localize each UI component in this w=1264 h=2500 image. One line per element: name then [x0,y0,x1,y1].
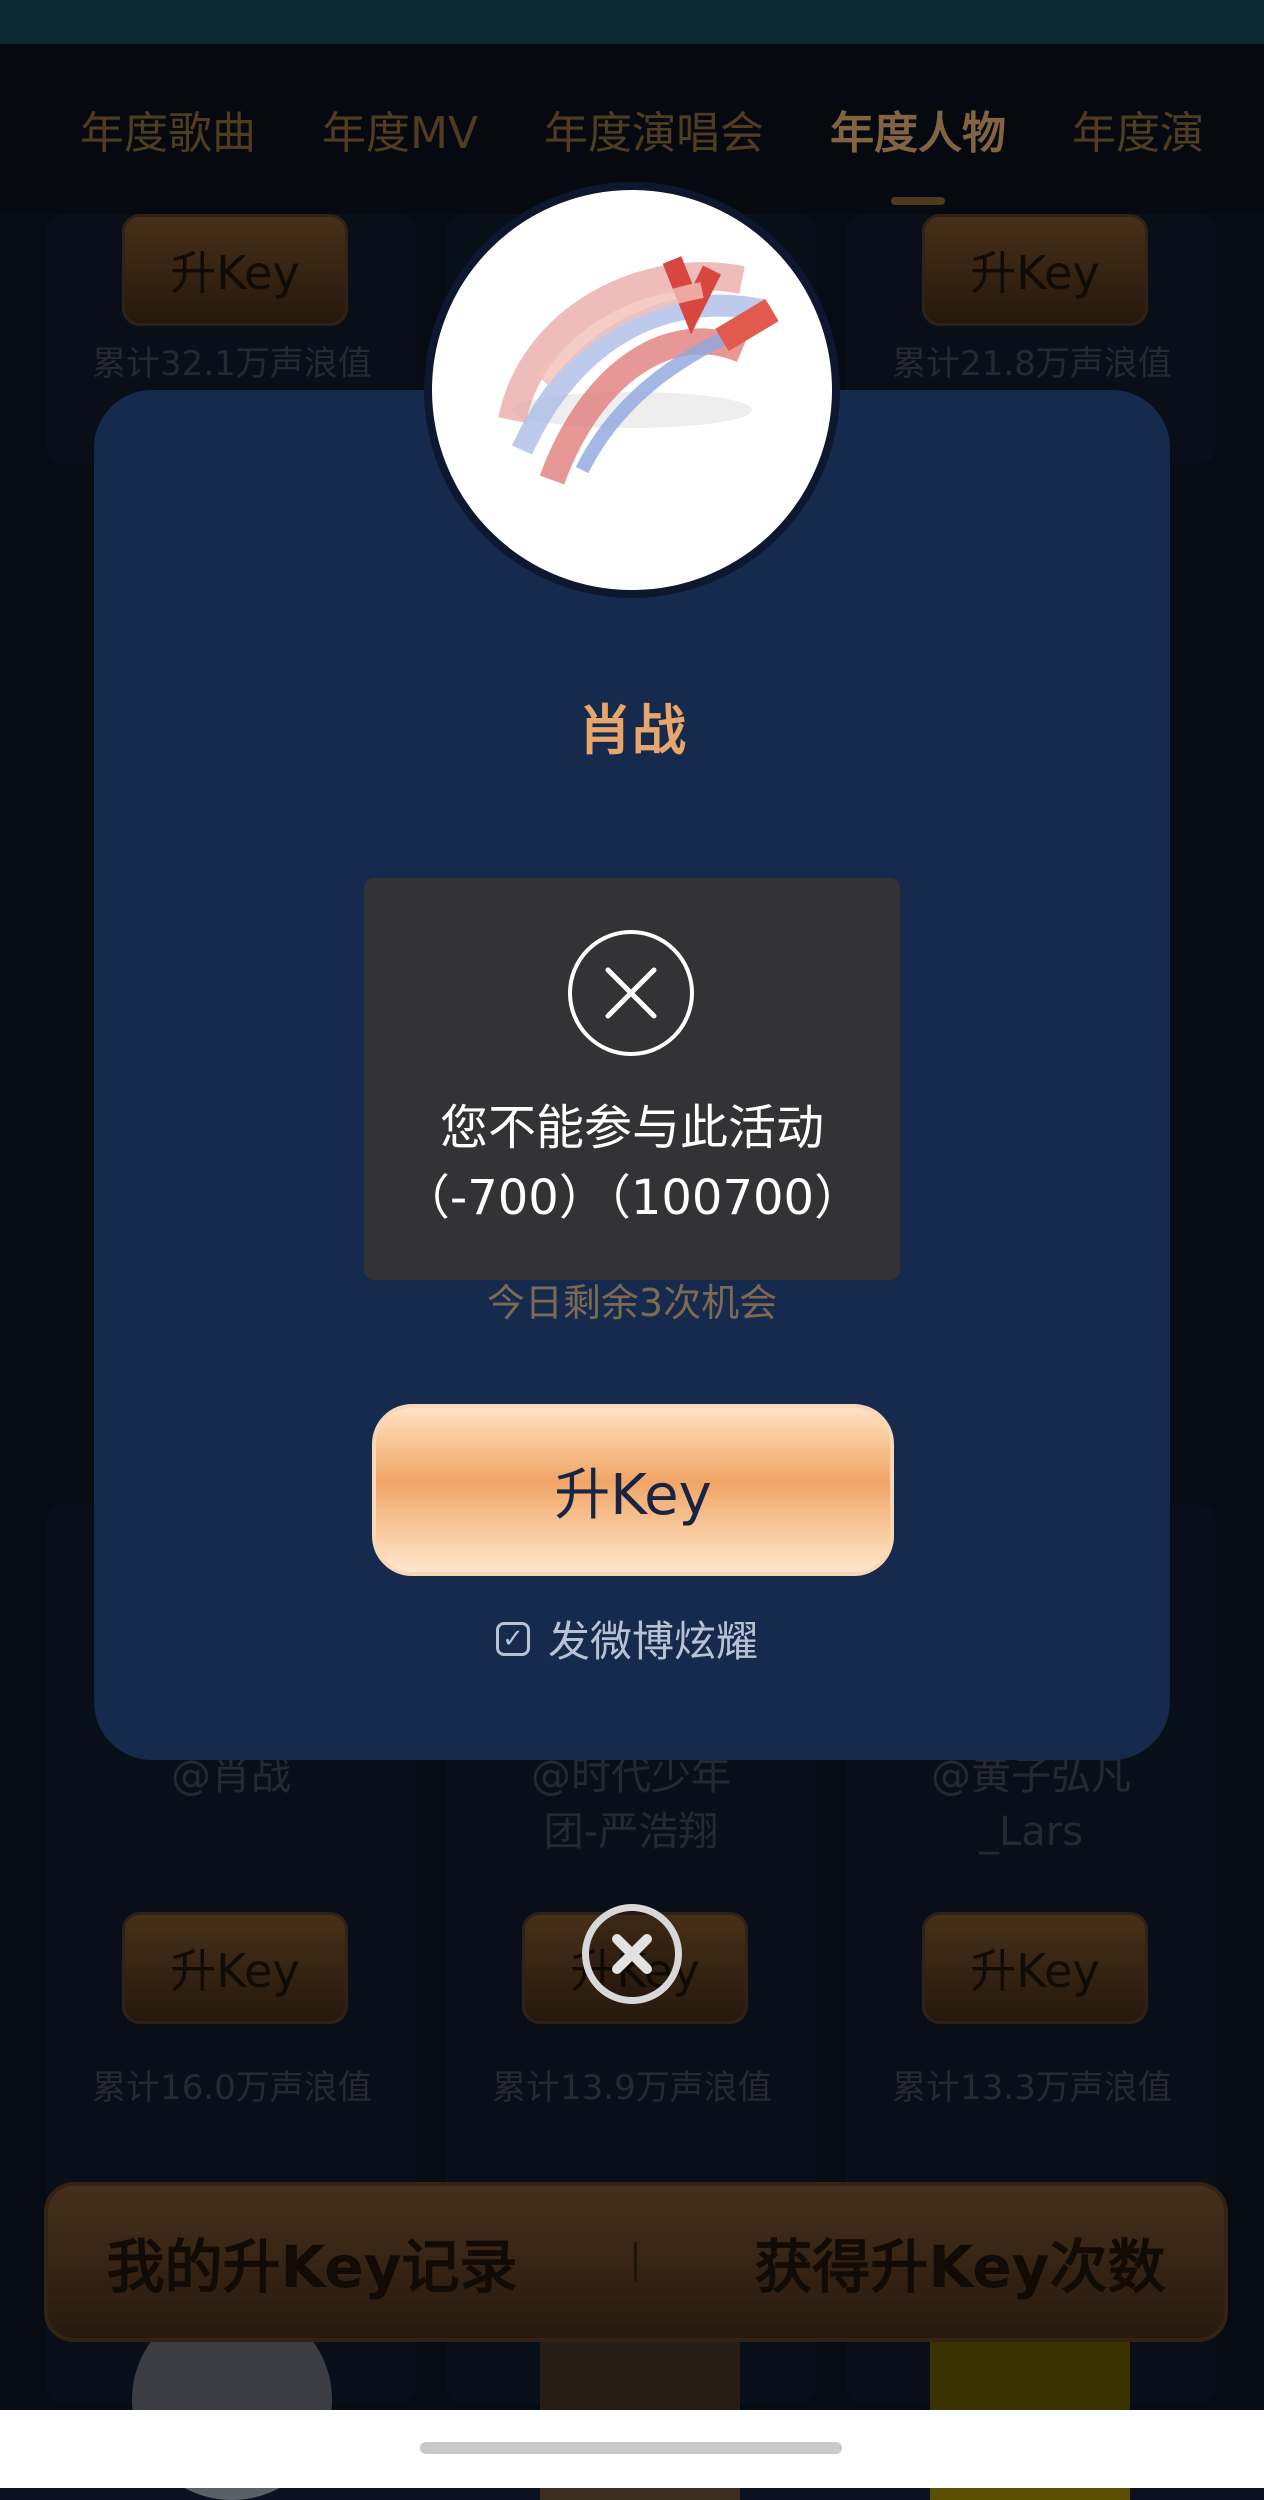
status-bar [0,0,1264,44]
weibo-checkbox[interactable]: ✓ [496,1621,530,1656]
toast-message: 您不能参与此活动 [439,1100,824,1156]
artist-name: 肖战 [578,699,686,762]
weibo-share-option[interactable]: ✓ 发微博炫耀 [496,1608,758,1669]
home-indicator[interactable] [420,2442,842,2454]
upgrade-key-main-button[interactable]: 升Key [372,1404,894,1576]
close-modal-button[interactable] [582,1904,682,2004]
brush-art-image [498,256,779,485]
close-circle-icon [568,930,694,1056]
close-icon [612,1934,652,1974]
error-toast: 您不能参与此活动 （-700）（100700） [364,878,900,1280]
toast-error-code: （-700）（100700） [401,1170,863,1226]
remaining-chances: 今日剩余3次机会 [486,1281,778,1325]
weibo-label: 发微博炫耀 [548,1617,759,1666]
artist-avatar [424,182,840,598]
